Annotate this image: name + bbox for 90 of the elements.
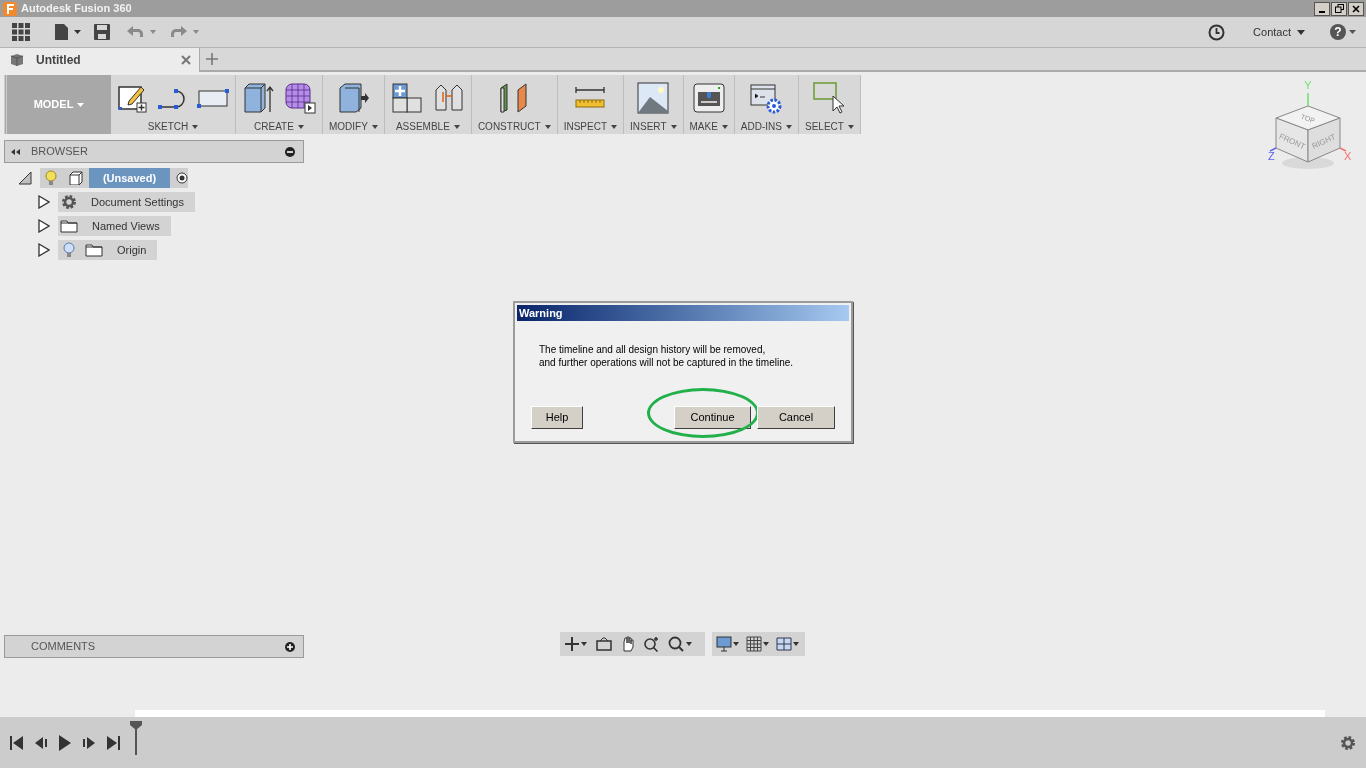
tree-item[interactable]: Named Views — [58, 216, 171, 236]
mesh-icon[interactable] — [284, 81, 316, 114]
dialog-title: Warning — [517, 305, 849, 321]
browser-title: BROWSER — [31, 144, 88, 160]
lightbulb-icon — [63, 242, 75, 258]
toolbar-menu[interactable]: ASSEMBLE — [395, 119, 460, 134]
toolbar-menu[interactable]: SKETCH — [147, 119, 199, 134]
settings-icon[interactable] — [1340, 734, 1356, 751]
file-menu-icon[interactable] — [54, 24, 82, 40]
orbit-icon[interactable] — [564, 636, 588, 652]
app-logo-icon — [3, 1, 17, 16]
cube-icon — [10, 53, 24, 67]
caret-icon — [192, 124, 199, 129]
viewports-icon[interactable] — [776, 636, 800, 652]
caret-icon — [786, 124, 792, 129]
dialog-button[interactable]: Continue — [674, 406, 751, 429]
caret-icon — [453, 124, 460, 129]
minus-icon[interactable] — [285, 146, 295, 157]
grid-icon[interactable] — [746, 636, 770, 652]
caret-icon — [611, 124, 617, 129]
monitor-icon[interactable] — [716, 636, 740, 652]
save-icon[interactable] — [94, 24, 110, 40]
minimize-icon — [1319, 10, 1325, 13]
toolbar-menu[interactable]: MODIFY — [329, 119, 378, 134]
lightbulb-icon — [45, 170, 57, 186]
step-back-icon[interactable] — [34, 735, 48, 750]
scripts-icon[interactable] — [750, 81, 783, 114]
comments-title: COMMENTS — [31, 639, 96, 655]
expanded-icon[interactable] — [18, 171, 32, 185]
app-grid-icon[interactable] — [12, 23, 30, 41]
close-button[interactable] — [1348, 1, 1364, 16]
toolbar-menu[interactable]: SELECT — [805, 119, 854, 134]
caret-icon — [1297, 29, 1305, 35]
contact-menu[interactable]: Contact — [1253, 23, 1305, 41]
help-icon: ? — [1330, 24, 1346, 40]
new-component-icon[interactable] — [390, 81, 423, 114]
caret-icon — [670, 124, 677, 129]
collapsed-icon[interactable] — [38, 243, 50, 257]
collapsed-icon[interactable] — [38, 219, 50, 233]
caret-icon — [1349, 30, 1356, 34]
folder-icon — [60, 219, 78, 233]
caret-icon — [721, 124, 728, 129]
caret-icon — [297, 124, 304, 129]
body-icon — [69, 171, 83, 185]
add-comment-icon[interactable] — [285, 641, 295, 652]
camera-icon[interactable] — [596, 637, 612, 651]
toolbar-menu[interactable]: INSERT — [630, 119, 677, 134]
close-icon — [1352, 4, 1360, 13]
collapsed-icon[interactable] — [38, 195, 50, 209]
folder-icon — [85, 243, 103, 257]
dialog-button[interactable]: Cancel — [757, 406, 835, 429]
toolbar-menu[interactable]: MAKE — [689, 119, 728, 134]
new-tab-icon[interactable] — [206, 53, 218, 65]
timeline-marker-icon[interactable] — [130, 721, 142, 755]
caret-icon — [544, 124, 551, 129]
skip-end-icon[interactable] — [106, 735, 120, 750]
skip-start-icon[interactable] — [10, 735, 24, 750]
clock-icon[interactable] — [1208, 23, 1226, 41]
caret-icon — [77, 102, 85, 107]
window-title: Autodesk Fusion 360 — [21, 1, 132, 17]
radio-icon — [176, 172, 188, 184]
toolbar-menu[interactable]: CREATE — [254, 119, 304, 134]
hand-icon[interactable] — [620, 636, 636, 652]
collapse-icon[interactable] — [11, 148, 21, 155]
toolbar-menu[interactable]: INSPECT — [563, 119, 617, 134]
help-menu[interactable]: ? — [1330, 24, 1356, 40]
press-pull-icon[interactable] — [337, 81, 370, 114]
zoom-icon[interactable] — [644, 636, 660, 652]
document-tab[interactable]: Untitled — [0, 48, 200, 72]
caret-icon — [847, 124, 854, 129]
toolbar-menu[interactable]: ADD-INS — [740, 119, 792, 134]
dialog-button[interactable]: Help — [531, 406, 583, 429]
caret-icon — [371, 124, 378, 129]
minimize-button[interactable] — [1314, 1, 1330, 16]
play-icon[interactable] — [58, 734, 72, 751]
dialog-message: The timeline and all design history will be removed, and further operations will not be captured in the timeline. — [539, 343, 794, 369]
extrude-icon[interactable] — [242, 81, 274, 114]
ruler-icon[interactable] — [574, 85, 607, 110]
restore-button[interactable] — [1331, 1, 1347, 16]
printer-icon[interactable] — [692, 81, 725, 114]
tree-item[interactable]: Document Settings — [58, 192, 195, 212]
close-icon[interactable] — [181, 55, 191, 65]
toolbar-menu[interactable]: CONSTRUCT — [477, 119, 551, 134]
picture-icon[interactable] — [637, 81, 670, 114]
tree-item[interactable]: Origin — [58, 240, 158, 260]
select-icon[interactable] — [813, 81, 846, 114]
gear-icon — [61, 194, 77, 210]
step-forward-icon[interactable] — [82, 735, 96, 750]
restore-icon — [1334, 4, 1344, 13]
zoom-window-icon[interactable] — [668, 636, 692, 652]
